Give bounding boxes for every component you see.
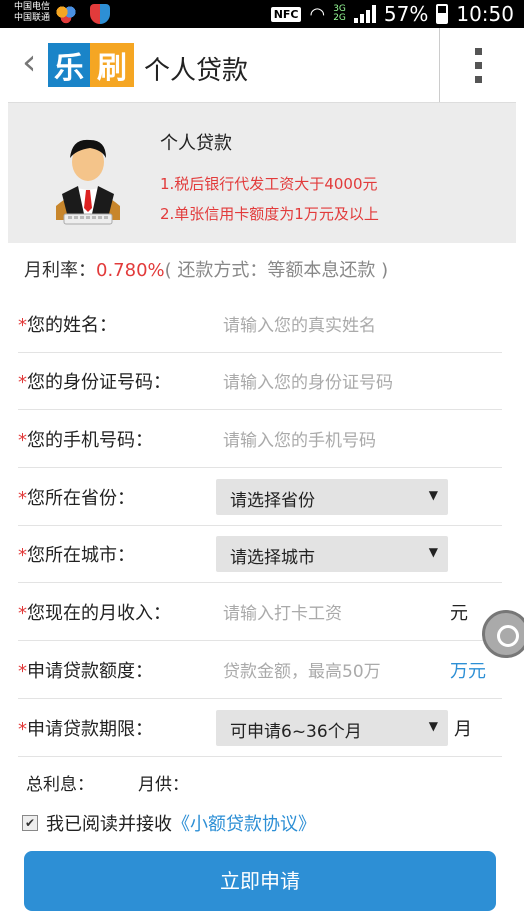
income-unit: 元 xyxy=(450,603,468,624)
banner-requirement-1: 1.税后银行代发工资大于4000元 xyxy=(160,175,378,193)
wifi-icon: ◠ xyxy=(309,3,326,25)
id-number-input[interactable]: 请输入您的身份证号码 xyxy=(223,368,393,393)
income-label: 您现在的月收入： xyxy=(27,603,171,624)
agreement-row: ✔ 我已阅读并接收 《小额贷款协议》 xyxy=(22,810,316,836)
province-label: 您所在省份： xyxy=(27,488,135,509)
totals: 总利息： 月供： xyxy=(26,770,233,795)
income-input[interactable]: 请输入打卡工资 xyxy=(223,599,342,624)
qq-browser-icon xyxy=(56,4,76,24)
agreement-link[interactable]: 《小额贷款协议》 xyxy=(172,810,316,836)
monthly-payment-label: 月供： xyxy=(138,775,189,795)
banner-requirement-2: 2.单张信用卡额度为1万元及以上 xyxy=(160,205,379,223)
floating-assistant-button[interactable] xyxy=(482,610,524,658)
term-value: 可申请6~36个月 xyxy=(230,722,362,742)
apply-now-button[interactable]: 立即申请 xyxy=(24,851,496,911)
agreement-text: 我已阅读并接收 xyxy=(46,814,172,835)
city-value: 请选择城市 xyxy=(230,548,315,568)
name-input[interactable]: 请输入您的真实姓名 xyxy=(223,311,376,336)
dropdown-arrow-icon: ▼ xyxy=(428,719,438,733)
amount-input[interactable]: 贷款金额，最高50万 xyxy=(223,657,381,682)
dropdown-arrow-icon: ▼ xyxy=(428,488,438,502)
term-row: *申请贷款期限： 可申请6~36个月 ▼ 月 xyxy=(18,700,502,757)
id-label: 您的身份证号码： xyxy=(27,372,171,393)
phone-label: 您的手机号码： xyxy=(27,430,153,451)
agreement-checkbox[interactable]: ✔ xyxy=(22,815,38,831)
phone-row: *您的手机号码： 请输入您的手机号码 xyxy=(18,411,502,468)
app-logo: 乐 刷 xyxy=(48,43,134,87)
total-interest-label: 总利息： xyxy=(26,775,94,795)
loan-banner: 个人贷款 1.税后银行代发工资大于4000元 2.单张信用卡额度为1万元及以上 xyxy=(8,103,516,243)
page-title: 个人贷款 xyxy=(144,56,249,86)
term-label: 申请贷款期限： xyxy=(27,719,153,740)
carrier-2: 中国联通 xyxy=(14,13,51,23)
signal-icon xyxy=(353,5,376,23)
id-row: *您的身份证号码： 请输入您的身份证号码 xyxy=(18,353,502,410)
shield-icon xyxy=(90,4,110,24)
logo-char-1: 乐 xyxy=(48,43,90,87)
battery-icon xyxy=(436,4,449,24)
city-row: *您所在城市： 请选择城市 ▼ xyxy=(18,526,502,583)
term-unit: 月 xyxy=(454,719,472,740)
network-type: 3G 2G xyxy=(333,4,346,23)
province-select[interactable]: 请选择省份 ▼ xyxy=(216,479,448,515)
income-row: *您现在的月收入： 请输入打卡工资 元 xyxy=(18,584,502,641)
clock: 10:50 xyxy=(456,2,514,26)
rate-note: ( 还款方式：等额本息还款 ) xyxy=(164,260,389,281)
rate-value: 0.780% xyxy=(96,260,165,281)
status-bar: 中国电信 中国联通 NFC ◠ 3G 2G 57% 10:50 xyxy=(0,0,524,28)
amount-unit[interactable]: 万元 xyxy=(450,657,486,683)
name-row: *您的姓名： 请输入您的真实姓名 xyxy=(18,296,502,353)
dropdown-arrow-icon: ▼ xyxy=(428,545,438,559)
logo-char-2: 刷 xyxy=(90,43,134,87)
businessman-icon xyxy=(56,139,120,225)
rate-label: 月利率： xyxy=(24,260,96,281)
app-header: ‹ 乐 刷 个人贷款 xyxy=(8,28,516,103)
battery-percent: 57% xyxy=(383,2,429,26)
phone-input[interactable]: 请输入您的手机号码 xyxy=(223,426,376,451)
name-label: 您的姓名： xyxy=(27,315,117,336)
monthly-rate: 月利率：0.780%( 还款方式：等额本息还款 ) xyxy=(24,256,388,282)
amount-label: 申请贷款额度： xyxy=(27,661,153,682)
city-select[interactable]: 请选择城市 ▼ xyxy=(216,536,448,572)
more-menu-button[interactable] xyxy=(439,28,516,102)
carrier-1: 中国电信 xyxy=(14,2,51,12)
city-label: 您所在城市： xyxy=(27,545,135,566)
term-select[interactable]: 可申请6~36个月 ▼ xyxy=(216,710,448,746)
amount-row: *申请贷款额度： 贷款金额，最高50万 万元 xyxy=(18,642,502,699)
province-row: *您所在省份： 请选择省份 ▼ xyxy=(18,469,502,526)
province-value: 请选择省份 xyxy=(230,491,315,511)
banner-title: 个人贷款 xyxy=(160,133,232,154)
back-button[interactable]: ‹ xyxy=(22,45,44,81)
nfc-icon: NFC xyxy=(270,6,302,22)
carrier-info: 中国电信 中国联通 xyxy=(14,2,50,24)
